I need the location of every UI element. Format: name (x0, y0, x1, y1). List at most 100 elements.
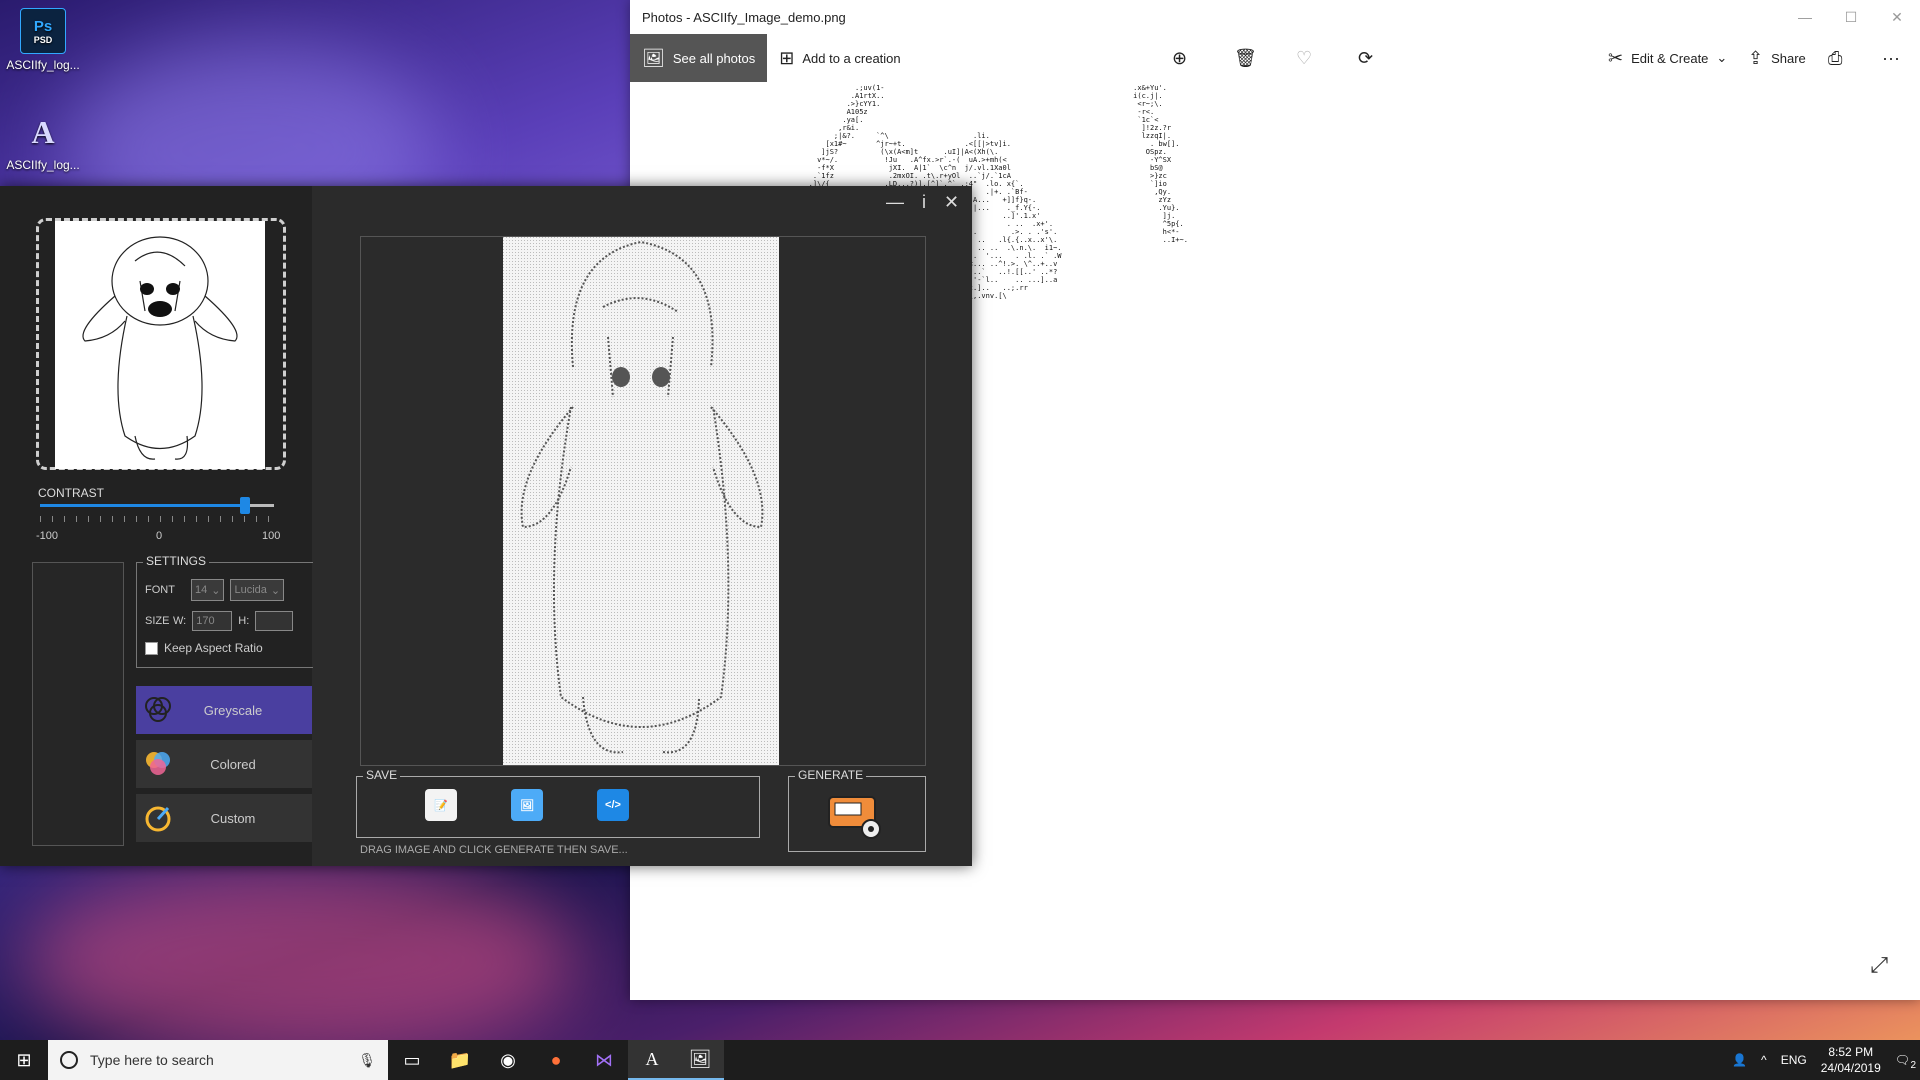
more-button[interactable]: ··· (1870, 34, 1912, 82)
ascii-preview-image (503, 237, 779, 765)
custom-label: Custom (210, 810, 256, 826)
photos-titlebar: Photos - ASCIIfy_Image_demo.png — ☐ ✕ (630, 0, 1920, 34)
firefox-icon[interactable]: ● (532, 1040, 580, 1080)
see-all-label: See all photos (672, 50, 756, 66)
save-text-icon[interactable]: 📝 (425, 789, 457, 821)
notification-icon[interactable]: 🗨 2 (1895, 1053, 1916, 1071)
zoom-in-icon: ⊕ (1172, 47, 1188, 68)
custom-button[interactable]: Custom (136, 794, 312, 842)
share-icon: ⇪ (1748, 47, 1764, 68)
see-all-photos-button[interactable]: 🖼 See all photos (630, 34, 768, 82)
desktop-icon-label: ASCIIfy_log... (6, 158, 80, 172)
photos-icon: 🖼 (642, 47, 665, 68)
maximize-button[interactable]: ☐ (1828, 9, 1874, 26)
save-html-icon[interactable]: </> (597, 789, 629, 821)
save-title: SAVE (363, 768, 401, 782)
size-label: SIZE (145, 615, 170, 627)
settings-group: SETTINGS FONT 14 ⌄ Lucida ⌄ SIZE W: 170 … (136, 554, 313, 668)
height-input[interactable] (255, 611, 294, 631)
photos-icon[interactable]: 🖼 (676, 1040, 724, 1080)
font-size-select[interactable]: 14 ⌄ (191, 579, 225, 601)
favorite-button[interactable]: ♡ (1284, 34, 1324, 82)
edit-icon: ✂ (1608, 47, 1624, 68)
font-size-value: 14 (195, 584, 208, 596)
generate-machine-icon[interactable] (827, 791, 883, 841)
printer-icon: ⎙ (1828, 47, 1843, 68)
greyscale-icon (142, 694, 174, 726)
output-canvas (360, 236, 926, 766)
trash-icon: 🗑 (1234, 47, 1257, 68)
people-icon[interactable]: 👤 (1732, 1053, 1747, 1067)
task-view-icon[interactable]: ▭ (388, 1040, 436, 1080)
window-controls: — ☐ ✕ (1782, 9, 1920, 26)
minimize-button[interactable]: — (1782, 9, 1828, 26)
font-family-value: Lucida (234, 584, 267, 596)
clock[interactable]: 8:52 PM 24/04/2019 (1821, 1044, 1881, 1076)
desktop-icon-psd[interactable]: Ps PSD ASCIIfy_log... (0, 8, 86, 72)
window-title: Photos - ASCIIfy_Image_demo.png (642, 9, 846, 25)
desktop-icon-asciify[interactable]: A ASCIIfy_log... (0, 110, 86, 173)
save-image-icon[interactable]: 🖼 (511, 789, 543, 821)
contrast-slider-fill (40, 504, 245, 507)
size-row: SIZE W: 170 H: (145, 611, 294, 631)
minimize-button[interactable]: — (886, 192, 904, 213)
chevron-up-icon[interactable]: ^ (1761, 1053, 1767, 1067)
rotate-button[interactable]: ⟳ (1346, 34, 1385, 82)
instruction-hint: DRAG IMAGE AND CLICK GENERATE THEN SAVE.… (360, 844, 628, 856)
chevron-down-icon: ⌄ (211, 584, 221, 597)
asciify-icon[interactable]: A (628, 1040, 676, 1080)
start-button[interactable]: ⊞ (0, 1040, 48, 1080)
share-label: Share (1771, 50, 1806, 66)
main-panel: — i ✕ SAVE 📝 🖼 </> GENERATE DRAG IMAGE A… (312, 186, 972, 866)
sidebar: CONTRAST -100 0 100 SETTINGS FONT 14 ⌄ L… (0, 186, 313, 866)
image-drop-zone[interactable] (36, 218, 286, 470)
close-button[interactable]: ✕ (1874, 9, 1920, 26)
language-indicator[interactable]: ENG (1781, 1053, 1807, 1067)
clock-time: 8:52 PM (1828, 1045, 1874, 1059)
nebula-glow (20, 860, 580, 1060)
font-family-select[interactable]: Lucida ⌄ (230, 579, 285, 601)
width-input[interactable]: 170 (192, 611, 233, 631)
contrast-slider[interactable] (40, 497, 274, 514)
notification-count: 2 (1910, 1060, 1916, 1071)
chevron-down-icon: ⌄ (1716, 50, 1728, 65)
microphone-icon: 🎙 (358, 1051, 376, 1068)
delete-button[interactable]: 🗑 (1222, 34, 1269, 82)
contrast-mid-label: 0 (156, 530, 163, 542)
asciify-logo-icon: A (31, 113, 55, 150)
add-creation-label: Add to a creation (802, 50, 901, 66)
taskbar-search[interactable]: Type here to search 🎙 (48, 1040, 388, 1080)
print-button[interactable]: ⎙ (1816, 34, 1854, 82)
heart-icon: ♡ (1296, 47, 1313, 68)
cortana-icon (60, 1051, 78, 1069)
greyscale-button[interactable]: Greyscale (136, 686, 312, 734)
rotate-icon: ⟳ (1358, 47, 1374, 68)
keep-aspect-label: Keep Aspect Ratio (164, 641, 263, 655)
info-button[interactable]: i (922, 192, 926, 213)
close-button[interactable]: ✕ (944, 192, 959, 213)
clock-date: 24/04/2019 (1820, 1061, 1881, 1075)
font-row: FONT 14 ⌄ Lucida ⌄ (145, 579, 285, 601)
add-to-creation-button[interactable]: ⊞ Add to a creation (767, 34, 912, 82)
contrast-slider-thumb[interactable] (239, 497, 250, 514)
colored-icon (142, 748, 174, 780)
file-explorer-icon[interactable]: 📁 (436, 1040, 484, 1080)
zoom-button[interactable]: ⊕ (1160, 34, 1199, 82)
colored-button[interactable]: Colored (136, 740, 312, 788)
photos-toolbar: 🖼 See all photos ⊞ Add to a creation ⊕ 🗑… (630, 34, 1920, 82)
source-image-thumbnail (55, 221, 265, 469)
windows-icon: ⊞ (16, 1049, 32, 1070)
contrast-min-label: -100 (36, 530, 59, 542)
system-tray: 👤 ^ ENG 8:52 PM 24/04/2019 🗨 2 (1732, 1044, 1920, 1076)
add-creation-icon: ⊞ (779, 47, 795, 68)
greyscale-label: Greyscale (203, 702, 263, 718)
edit-create-button[interactable]: ✂ Edit & Create ⌄ (1596, 34, 1739, 82)
photoshop-psd-icon: Ps PSD (20, 8, 66, 54)
chevron-down-icon: ⌄ (270, 584, 281, 597)
keep-aspect-checkbox[interactable] (145, 641, 158, 655)
contrast-max-label: 100 (262, 530, 281, 542)
chrome-icon[interactable]: ◉ (484, 1040, 532, 1080)
share-button[interactable]: ⇪ Share (1736, 34, 1818, 82)
visual-studio-icon[interactable]: ⋈ (580, 1040, 628, 1080)
expand-icon[interactable]: ⤢ (1870, 952, 1888, 978)
